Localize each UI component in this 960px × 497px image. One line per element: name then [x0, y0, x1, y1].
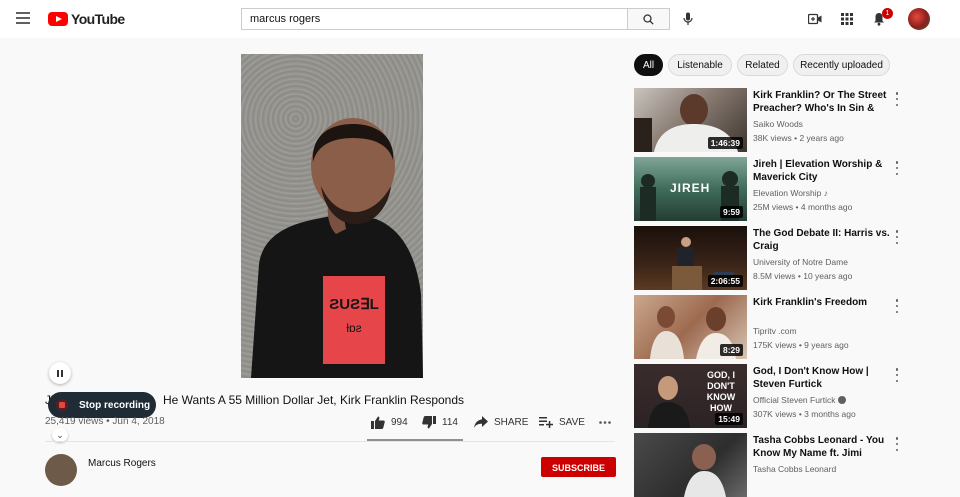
pause-icon — [57, 369, 59, 377]
subscribe-button[interactable]: SUBSCRIBE — [541, 457, 616, 477]
recommendation-item[interactable]: 2:06:55 The God Debate II: Harris vs. Cr… — [634, 226, 946, 290]
more-vertical-icon[interactable] — [894, 299, 900, 313]
thumbnail-singer — [684, 444, 726, 497]
music-note-icon: ♪ — [823, 188, 828, 198]
more-vertical-icon[interactable] — [894, 437, 900, 451]
video-duration: 1:46:39 — [707, 137, 743, 149]
divider — [45, 441, 615, 442]
video-thumbnail[interactable]: JIREH 9:59 — [634, 157, 747, 221]
video-duration: 2:06:55 — [707, 275, 743, 287]
logo-text: YouTube — [71, 11, 125, 27]
more-horizontal-icon — [599, 421, 611, 424]
like-button[interactable]: 994 — [371, 416, 408, 429]
channel-label: Official Steven Furtick — [753, 395, 836, 405]
recommendation-meta: 307K views • 3 months ago — [753, 409, 856, 419]
record-stop-icon — [56, 399, 68, 411]
recommendation-item[interactable]: GOD, I DON'T KNOW HOW 15:49 God, I Don't… — [634, 364, 946, 428]
youtube-logo[interactable]: YouTube — [48, 11, 125, 27]
microphone-icon — [683, 12, 693, 25]
svg-text:ƧUƧ∃L: ƧUƧ∃L — [329, 296, 378, 313]
search-input[interactable]: marcus rogers — [241, 8, 628, 30]
thumbs-up-icon — [371, 416, 385, 429]
thumbs-down-icon — [422, 416, 436, 429]
recommendation-item[interactable]: 8:29 Kirk Franklin's Freedom Tipritv .co… — [634, 295, 946, 359]
video-duration: 9:59 — [719, 206, 743, 218]
video-actions: 994 114 SHARE SAVE — [0, 416, 620, 432]
recommendation-title[interactable]: God, I Don't Know How | Steven Furtick — [753, 365, 893, 391]
recommendation-item[interactable]: Tasha Cobbs Leonard - You Know My Name f… — [634, 433, 946, 497]
video-thumbnail[interactable]: 2:06:55 — [634, 226, 747, 290]
recommendation-meta: 175K views • 9 years ago — [753, 340, 849, 350]
account-avatar[interactable] — [908, 8, 930, 30]
channel-name[interactable]: Marcus Rogers — [88, 458, 156, 469]
recommendation-item[interactable]: JIREH 9:59 Jireh | Elevation Worship & M… — [634, 157, 946, 221]
verified-icon — [837, 396, 846, 404]
video-title-right: He Wants A 55 Million Dollar Jet, Kirk F… — [163, 393, 465, 407]
more-vertical-icon[interactable] — [894, 230, 900, 244]
more-vertical-icon[interactable] — [894, 92, 900, 106]
search-icon — [643, 13, 654, 25]
voice-search-button[interactable] — [682, 12, 694, 26]
notification-count-badge: 1 — [882, 8, 893, 19]
recommendation-title[interactable]: Jireh | Elevation Worship & Maverick Cit… — [753, 158, 893, 184]
chip-listenable[interactable]: Listenable — [668, 54, 732, 76]
save-label: SAVE — [559, 416, 585, 428]
recommendation-title[interactable]: Tasha Cobbs Leonard - You Know My Name f… — [753, 434, 893, 461]
stop-recording-button[interactable]: Stop recording — [48, 392, 156, 418]
video-thumbnail[interactable]: GOD, I DON'T KNOW HOW 15:49 — [634, 364, 747, 428]
recommendation-meta: 8.5M views • 10 years ago — [753, 271, 853, 281]
share-arrow-icon — [474, 416, 488, 428]
video-duration: 15:49 — [715, 413, 743, 425]
recommendation-channel[interactable]: Official Steven Furtick — [753, 395, 846, 405]
recommendation-title[interactable]: The God Debate II: Harris vs. Craig — [753, 227, 893, 253]
channel-avatar[interactable] — [45, 454, 77, 486]
more-vertical-icon[interactable] — [894, 368, 900, 382]
recommendation-meta: 25M views • 4 months ago — [753, 202, 853, 212]
youtube-play-icon — [48, 12, 68, 26]
recommendation-channel[interactable]: Saiko Woods — [753, 119, 803, 129]
thumbnail-text: JIREH — [670, 181, 711, 195]
recommendation-title[interactable]: Kirk Franklin's Freedom — [753, 296, 893, 309]
thumbnail-text: GOD, I DON'T KNOW HOW — [706, 370, 736, 413]
more-vertical-icon[interactable] — [894, 161, 900, 175]
apps-grid-icon[interactable] — [841, 13, 853, 25]
channel-label: Elevation Worship — [753, 188, 822, 198]
top-bar: YouTube marcus rogers 1 — [0, 0, 960, 38]
video-frame-person: ƧUƧ∃L ƚɒƨ — [251, 118, 423, 378]
svg-text:ƚɒƨ: ƚɒƨ — [346, 321, 361, 335]
share-button[interactable]: SHARE — [474, 416, 528, 428]
recommendation-channel[interactable]: University of Notre Dame — [753, 257, 848, 267]
recommendation-meta: 38K views • 2 years ago — [753, 133, 844, 143]
share-label: SHARE — [494, 416, 529, 428]
recommendation-item[interactable]: 1:46:39 Kirk Franklin? Or The Street Pre… — [634, 88, 946, 152]
video-thumbnail[interactable] — [634, 433, 747, 497]
recommendation-title[interactable]: Kirk Franklin? Or The Street Preacher? W… — [753, 89, 893, 116]
recommendation-channel[interactable]: Tasha Cobbs Leonard — [753, 464, 836, 474]
more-actions-button[interactable] — [599, 421, 617, 424]
menu-icon[interactable] — [16, 12, 32, 26]
video-thumbnail[interactable]: 1:46:39 — [634, 88, 747, 152]
video-player[interactable]: ƧUƧ∃L ƚɒƨ — [241, 54, 423, 378]
pause-icon-bar — [61, 369, 63, 377]
create-video-icon[interactable] — [808, 13, 822, 25]
recommendation-channel[interactable]: Tipritv .com — [753, 326, 797, 336]
video-duration: 8:29 — [719, 344, 743, 356]
like-count: 994 — [391, 417, 408, 428]
stop-recording-label: Stop recording — [79, 399, 151, 411]
chip-recently-uploaded[interactable]: Recently uploaded — [793, 54, 890, 76]
save-button[interactable]: SAVE — [539, 416, 585, 428]
dislike-button[interactable]: 114 — [422, 416, 458, 429]
chip-all[interactable]: All — [634, 54, 663, 76]
playlist-add-icon — [539, 417, 553, 428]
dislike-count: 114 — [442, 417, 458, 428]
chip-related[interactable]: Related — [737, 54, 788, 76]
search-button[interactable] — [627, 8, 670, 30]
video-thumbnail[interactable]: 8:29 — [634, 295, 747, 359]
recommendation-channel[interactable]: Elevation Worship ♪ — [753, 188, 828, 198]
pause-button[interactable] — [49, 362, 71, 384]
